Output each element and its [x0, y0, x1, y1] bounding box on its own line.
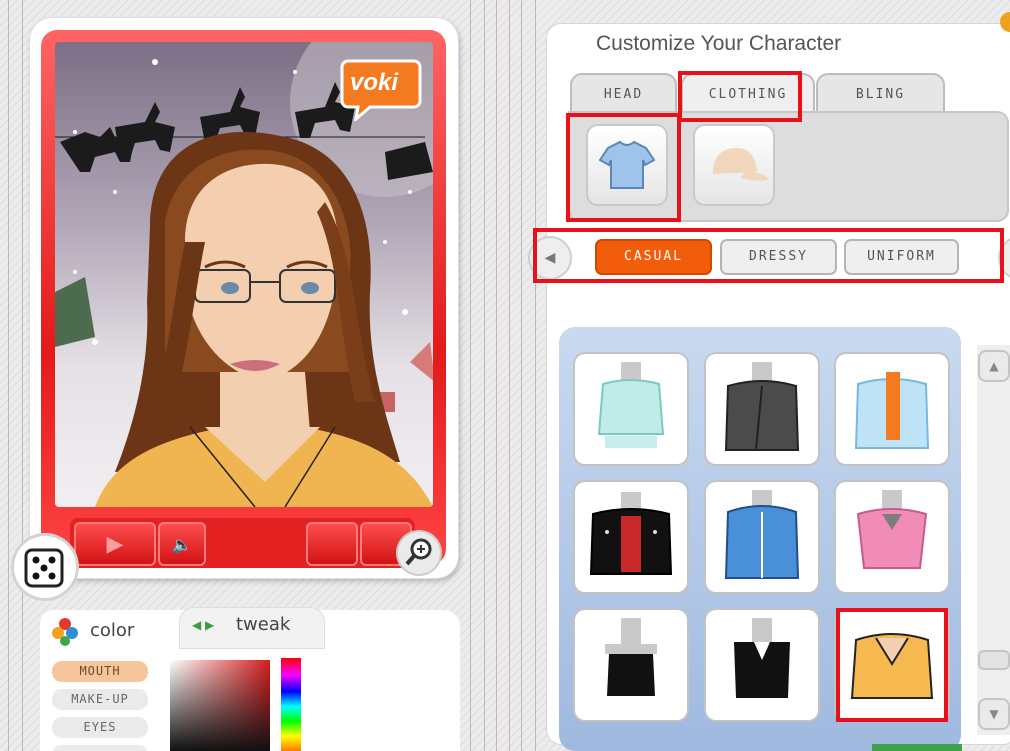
play-icon: ▶ [106, 531, 124, 557]
playback-controls: ▶ 🔈 [70, 518, 415, 568]
color-target-eyes[interactable]: EYES [52, 717, 148, 738]
pink-top-icon [856, 490, 928, 569]
cap-item-button[interactable] [695, 126, 773, 204]
scroll-down-button[interactable]: ▼ [980, 700, 1008, 728]
tab-head[interactable]: HEAD [572, 75, 675, 115]
volume-button[interactable]: 🔈 [158, 522, 206, 566]
randomize-button[interactable] [14, 536, 76, 598]
play-button[interactable]: ▶ [74, 522, 156, 566]
tab-tweak-label: tweak [236, 614, 291, 635]
vest-top-icon [734, 618, 790, 698]
highlight-category-row [533, 228, 1004, 283]
clothing-item-light-blue-jacket[interactable] [836, 354, 948, 464]
speaker-icon: 🔈 [172, 534, 192, 554]
hue-slider[interactable] [281, 658, 301, 751]
track-jacket-icon [724, 490, 800, 579]
clothing-item-blue-track-jacket[interactable] [706, 482, 818, 592]
tab-bling[interactable]: BLING [818, 75, 943, 115]
done-button[interactable] [872, 744, 962, 751]
tab-tweak[interactable]: ◀ ▶ tweak [180, 608, 324, 648]
clothing-item-black-tank-top[interactable] [575, 610, 687, 720]
zoom-button[interactable] [398, 532, 440, 574]
color-target-makeup[interactable]: MAKE-UP [52, 689, 148, 710]
leather-jacket-icon [589, 492, 673, 575]
panel-title: Customize Your Character [596, 32, 842, 55]
clothing-item-black-leather-jacket[interactable] [575, 482, 687, 592]
blazer-icon [724, 362, 800, 451]
cap-icon [713, 148, 769, 181]
down-arrow-icon: ▼ [989, 707, 999, 721]
voki-logo: voki [340, 55, 422, 123]
control-button-3[interactable] [306, 522, 358, 566]
dice-icon [24, 548, 64, 588]
clothing-item-mint-wrap-top[interactable] [575, 354, 687, 464]
up-arrow-icon: ▲ [989, 359, 999, 373]
arrows-icon: ◀ ▶ [192, 618, 215, 632]
scroll-thumb[interactable] [980, 652, 1008, 668]
grid-scrollbar[interactable] [977, 345, 1010, 735]
zoom-in-icon [405, 538, 432, 566]
clothing-item-black-vest-top[interactable] [706, 610, 818, 720]
jacket-icon [854, 372, 930, 449]
scroll-up-button[interactable]: ▲ [980, 352, 1008, 380]
tab-color-label: color [90, 620, 135, 641]
color-target-mouth[interactable]: MOUTH [52, 661, 148, 682]
highlight-clothing-tab [678, 71, 802, 122]
highlight-selected-item [836, 608, 948, 722]
clothing-item-gray-blazer[interactable] [706, 354, 818, 464]
tab-color[interactable]: color [40, 610, 176, 654]
highlight-shirt-item [566, 113, 681, 222]
color-picker-square[interactable] [170, 660, 270, 751]
color-target-more[interactable] [52, 745, 148, 751]
tank-top-icon [605, 618, 657, 696]
clothing-item-pink-top[interactable] [836, 482, 948, 592]
voki-logo-text: voki [350, 69, 399, 96]
mint-top-icon [597, 362, 665, 448]
color-dots-icon [52, 618, 78, 646]
